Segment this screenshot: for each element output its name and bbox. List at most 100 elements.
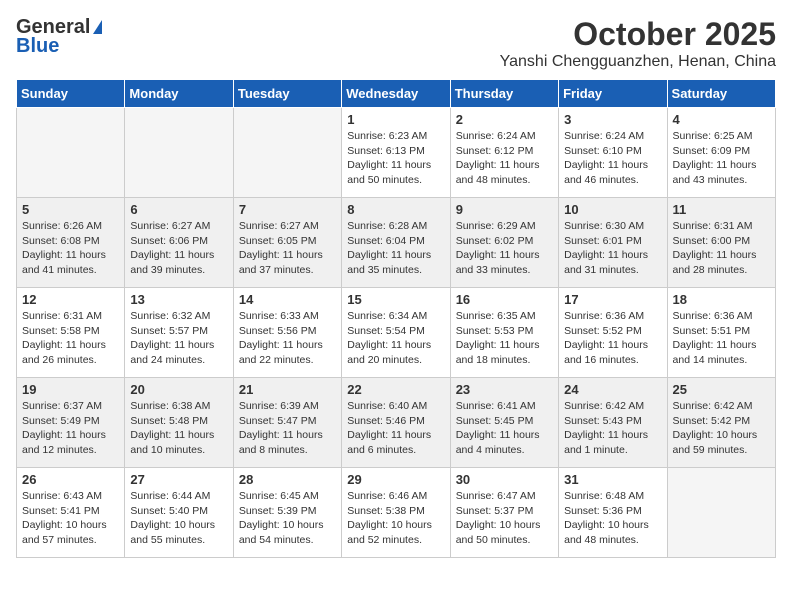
calendar-cell: 5 Sunrise: 6:26 AM Sunset: 6:08 PM Daylig… xyxy=(17,198,125,288)
weekday-header-row: SundayMondayTuesdayWednesdayThursdayFrid… xyxy=(17,80,776,108)
weekday-header-friday: Friday xyxy=(559,80,667,108)
month-title: October 2025 xyxy=(500,16,776,53)
calendar-cell: 7 Sunrise: 6:27 AM Sunset: 6:05 PM Daylig… xyxy=(233,198,341,288)
weekday-header-tuesday: Tuesday xyxy=(233,80,341,108)
logo: General Blue xyxy=(16,16,102,58)
weekday-header-wednesday: Wednesday xyxy=(342,80,450,108)
day-number: 24 xyxy=(564,382,661,397)
calendar-cell: 12 Sunrise: 6:31 AM Sunset: 5:58 PM Dayli… xyxy=(17,288,125,378)
calendar-cell: 27 Sunrise: 6:44 AM Sunset: 5:40 PM Dayli… xyxy=(125,468,233,558)
calendar-cell: 20 Sunrise: 6:38 AM Sunset: 5:48 PM Dayli… xyxy=(125,378,233,468)
logo-triangle-icon xyxy=(93,20,102,34)
day-info: Sunrise: 6:39 AM Sunset: 5:47 PM Dayligh… xyxy=(239,399,336,458)
calendar-cell: 31 Sunrise: 6:48 AM Sunset: 5:36 PM Dayli… xyxy=(559,468,667,558)
calendar-cell: 8 Sunrise: 6:28 AM Sunset: 6:04 PM Daylig… xyxy=(342,198,450,288)
day-info: Sunrise: 6:47 AM Sunset: 5:37 PM Dayligh… xyxy=(456,489,553,548)
day-info: Sunrise: 6:28 AM Sunset: 6:04 PM Dayligh… xyxy=(347,219,444,278)
day-number: 7 xyxy=(239,202,336,217)
calendar-cell: 1Sunrise: 6:23 AM Sunset: 6:13 PM Daylig… xyxy=(342,108,450,198)
day-info: Sunrise: 6:24 AM Sunset: 6:12 PM Dayligh… xyxy=(456,129,553,188)
day-number: 25 xyxy=(673,382,770,397)
day-number: 16 xyxy=(456,292,553,307)
calendar-cell: 3 Sunrise: 6:24 AM Sunset: 6:10 PM Daylig… xyxy=(559,108,667,198)
calendar-cell: 30Sunrise: 6:47 AM Sunset: 5:37 PM Dayli… xyxy=(450,468,558,558)
day-info: Sunrise: 6:34 AM Sunset: 5:54 PM Dayligh… xyxy=(347,309,444,368)
day-number: 11 xyxy=(673,202,770,217)
day-number: 8 xyxy=(347,202,444,217)
calendar-cell: 14Sunrise: 6:33 AM Sunset: 5:56 PM Dayli… xyxy=(233,288,341,378)
title-block: October 2025 Yanshi Chengguanzhen, Henan… xyxy=(500,16,776,71)
calendar-table: SundayMondayTuesdayWednesdayThursdayFrid… xyxy=(16,79,776,558)
day-info: Sunrise: 6:42 AM Sunset: 5:42 PM Dayligh… xyxy=(673,399,770,458)
calendar-cell: 26Sunrise: 6:43 AM Sunset: 5:41 PM Dayli… xyxy=(17,468,125,558)
day-info: Sunrise: 6:26 AM Sunset: 6:08 PM Dayligh… xyxy=(22,219,119,278)
calendar-cell xyxy=(233,108,341,198)
logo-blue: Blue xyxy=(16,35,59,58)
calendar-week-5: 26Sunrise: 6:43 AM Sunset: 5:41 PM Dayli… xyxy=(17,468,776,558)
calendar-cell: 25 Sunrise: 6:42 AM Sunset: 5:42 PM Dayli… xyxy=(667,378,775,468)
day-info: Sunrise: 6:31 AM Sunset: 6:00 PM Dayligh… xyxy=(673,219,770,278)
day-info: Sunrise: 6:24 AM Sunset: 6:10 PM Dayligh… xyxy=(564,129,661,188)
day-number: 17 xyxy=(564,292,661,307)
day-number: 15 xyxy=(347,292,444,307)
day-info: Sunrise: 6:46 AM Sunset: 5:38 PM Dayligh… xyxy=(347,489,444,548)
day-number: 29 xyxy=(347,472,444,487)
calendar-cell xyxy=(17,108,125,198)
calendar-cell: 19Sunrise: 6:37 AM Sunset: 5:49 PM Dayli… xyxy=(17,378,125,468)
calendar-cell: 9 Sunrise: 6:29 AM Sunset: 6:02 PM Daylig… xyxy=(450,198,558,288)
day-info: Sunrise: 6:33 AM Sunset: 5:56 PM Dayligh… xyxy=(239,309,336,368)
day-info: Sunrise: 6:27 AM Sunset: 6:06 PM Dayligh… xyxy=(130,219,227,278)
day-number: 18 xyxy=(673,292,770,307)
day-number: 21 xyxy=(239,382,336,397)
day-info: Sunrise: 6:40 AM Sunset: 5:46 PM Dayligh… xyxy=(347,399,444,458)
weekday-header-thursday: Thursday xyxy=(450,80,558,108)
day-number: 3 xyxy=(564,112,661,127)
day-number: 6 xyxy=(130,202,227,217)
calendar-cell: 29 Sunrise: 6:46 AM Sunset: 5:38 PM Dayli… xyxy=(342,468,450,558)
day-number: 5 xyxy=(22,202,119,217)
day-info: Sunrise: 6:29 AM Sunset: 6:02 PM Dayligh… xyxy=(456,219,553,278)
calendar-week-1: 1Sunrise: 6:23 AM Sunset: 6:13 PM Daylig… xyxy=(17,108,776,198)
day-number: 9 xyxy=(456,202,553,217)
day-info: Sunrise: 6:38 AM Sunset: 5:48 PM Dayligh… xyxy=(130,399,227,458)
day-number: 4 xyxy=(673,112,770,127)
day-number: 23 xyxy=(456,382,553,397)
day-info: Sunrise: 6:36 AM Sunset: 5:52 PM Dayligh… xyxy=(564,309,661,368)
day-info: Sunrise: 6:48 AM Sunset: 5:36 PM Dayligh… xyxy=(564,489,661,548)
calendar-cell xyxy=(667,468,775,558)
day-info: Sunrise: 6:35 AM Sunset: 5:53 PM Dayligh… xyxy=(456,309,553,368)
day-info: Sunrise: 6:25 AM Sunset: 6:09 PM Dayligh… xyxy=(673,129,770,188)
day-number: 31 xyxy=(564,472,661,487)
day-number: 19 xyxy=(22,382,119,397)
day-number: 1 xyxy=(347,112,444,127)
calendar-cell: 22Sunrise: 6:40 AM Sunset: 5:46 PM Dayli… xyxy=(342,378,450,468)
day-info: Sunrise: 6:27 AM Sunset: 6:05 PM Dayligh… xyxy=(239,219,336,278)
calendar-cell: 28 Sunrise: 6:45 AM Sunset: 5:39 PM Dayli… xyxy=(233,468,341,558)
day-number: 12 xyxy=(22,292,119,307)
weekday-header-saturday: Saturday xyxy=(667,80,775,108)
day-number: 20 xyxy=(130,382,227,397)
day-info: Sunrise: 6:44 AM Sunset: 5:40 PM Dayligh… xyxy=(130,489,227,548)
calendar-cell: 21 Sunrise: 6:39 AM Sunset: 5:47 PM Dayli… xyxy=(233,378,341,468)
calendar-cell xyxy=(125,108,233,198)
day-number: 27 xyxy=(130,472,227,487)
day-info: Sunrise: 6:36 AM Sunset: 5:51 PM Dayligh… xyxy=(673,309,770,368)
calendar-cell: 18 Sunrise: 6:36 AM Sunset: 5:51 PM Dayli… xyxy=(667,288,775,378)
day-info: Sunrise: 6:41 AM Sunset: 5:45 PM Dayligh… xyxy=(456,399,553,458)
weekday-header-sunday: Sunday xyxy=(17,80,125,108)
day-number: 28 xyxy=(239,472,336,487)
calendar-cell: 17 Sunrise: 6:36 AM Sunset: 5:52 PM Dayli… xyxy=(559,288,667,378)
calendar-cell: 15 Sunrise: 6:34 AM Sunset: 5:54 PM Dayli… xyxy=(342,288,450,378)
calendar-week-2: 5 Sunrise: 6:26 AM Sunset: 6:08 PM Daylig… xyxy=(17,198,776,288)
calendar-week-4: 19Sunrise: 6:37 AM Sunset: 5:49 PM Dayli… xyxy=(17,378,776,468)
day-info: Sunrise: 6:31 AM Sunset: 5:58 PM Dayligh… xyxy=(22,309,119,368)
day-number: 2 xyxy=(456,112,553,127)
calendar-cell: 24Sunrise: 6:42 AM Sunset: 5:43 PM Dayli… xyxy=(559,378,667,468)
calendar-cell: 4 Sunrise: 6:25 AM Sunset: 6:09 PM Daylig… xyxy=(667,108,775,198)
calendar-cell: 6 Sunrise: 6:27 AM Sunset: 6:06 PM Daylig… xyxy=(125,198,233,288)
day-info: Sunrise: 6:43 AM Sunset: 5:41 PM Dayligh… xyxy=(22,489,119,548)
calendar-cell: 23 Sunrise: 6:41 AM Sunset: 5:45 PM Dayli… xyxy=(450,378,558,468)
day-info: Sunrise: 6:32 AM Sunset: 5:57 PM Dayligh… xyxy=(130,309,227,368)
day-info: Sunrise: 6:45 AM Sunset: 5:39 PM Dayligh… xyxy=(239,489,336,548)
page-header: General Blue October 2025 Yanshi Chenggu… xyxy=(16,16,776,71)
